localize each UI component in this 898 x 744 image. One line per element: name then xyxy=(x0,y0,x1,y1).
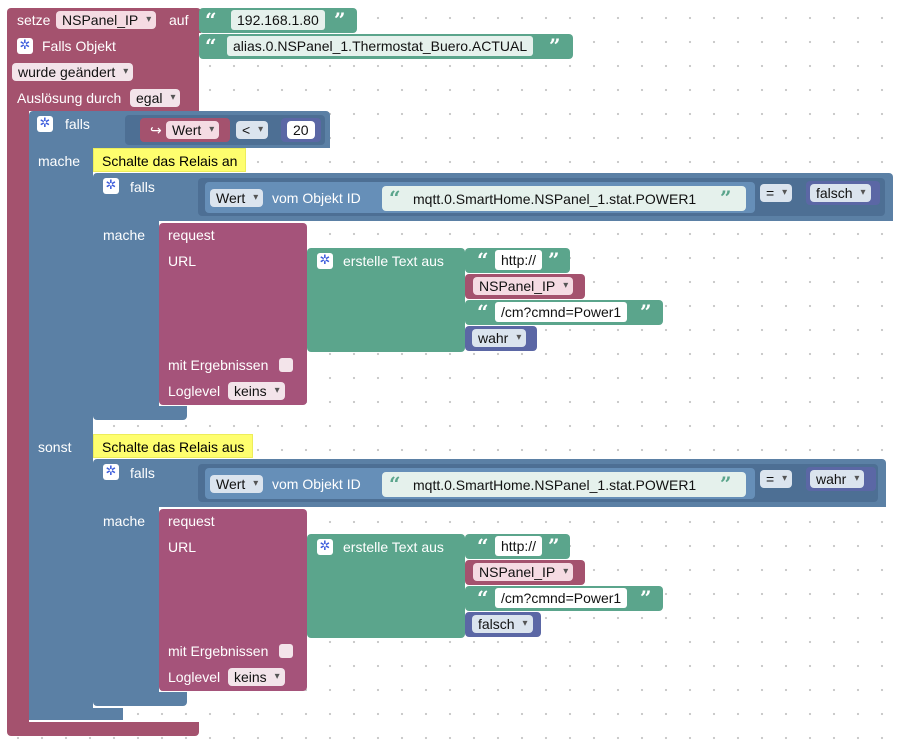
gear-icon[interactable]: ✲ xyxy=(103,178,119,194)
quote-close-icon: ” xyxy=(720,186,732,210)
if-off-bottom xyxy=(93,692,187,706)
ip-string-field[interactable]: 192.168.1.80 xyxy=(231,10,325,30)
quote-close-icon: ” xyxy=(334,8,346,32)
text-join-on-label: erstelle Text aus xyxy=(343,253,444,269)
if-on-bottom xyxy=(93,406,187,420)
return-arrow-icon: ↪ xyxy=(150,122,162,138)
quote-close-icon: ” xyxy=(640,300,652,324)
http-on-field[interactable]: http:// xyxy=(495,250,543,270)
gear-icon[interactable]: ✲ xyxy=(37,116,53,132)
trigger-object-id-field[interactable]: alias.0.NSPanel_1.Thermostat_Buero.ACTUA… xyxy=(227,36,534,56)
if-off-label: falls xyxy=(130,465,155,481)
request-off-block[interactable] xyxy=(159,509,307,691)
if-on-label: falls xyxy=(130,179,155,195)
quote-open-icon: “ xyxy=(389,472,401,496)
ip-var-off-dropdown[interactable]: NSPanel_IP xyxy=(473,563,574,581)
if-off-rail xyxy=(93,507,159,692)
if-on-wert-dropdown[interactable]: Wert xyxy=(210,189,264,207)
quote-open-icon: “ xyxy=(205,8,217,32)
changed-dropdown[interactable]: wurde geändert xyxy=(12,63,134,81)
gear-icon[interactable]: ✲ xyxy=(17,38,33,54)
request-on-loglevel-dropdown[interactable]: keins xyxy=(228,382,285,400)
request-on-url-label: URL xyxy=(168,253,197,269)
request-off-url-label: URL xyxy=(168,539,197,555)
outer-if-label: falls xyxy=(65,116,90,132)
outer-if-left-rail xyxy=(29,148,93,718)
quote-close-icon: ” xyxy=(640,586,652,610)
request-off-label: request xyxy=(168,513,215,529)
quote-close-icon: ” xyxy=(548,248,560,272)
request-on-loglevel-label: Loglevel xyxy=(168,383,221,399)
bool-off-dropdown[interactable]: falsch xyxy=(472,615,533,633)
quote-open-icon: “ xyxy=(477,248,489,272)
wert-dropdown[interactable]: Wert xyxy=(166,121,220,139)
trigger-value-dropdown[interactable]: egal xyxy=(130,89,181,107)
bool-on-dropdown[interactable]: wahr xyxy=(472,329,527,347)
quote-open-icon: “ xyxy=(477,534,489,558)
ip-var-on-dropdown[interactable]: NSPanel_IP xyxy=(473,277,574,295)
quote-close-icon: ” xyxy=(549,34,561,58)
quote-open-icon: “ xyxy=(389,186,401,210)
comment-off[interactable]: Schalte das Relais aus xyxy=(93,434,254,458)
gear-icon[interactable]: ✲ xyxy=(317,539,333,555)
gear-icon[interactable]: ✲ xyxy=(103,464,119,480)
trigger-title: Falls Objekt xyxy=(42,38,116,54)
path-off-field[interactable]: /cm?cmnd=Power1 xyxy=(495,588,628,608)
quote-open-icon: “ xyxy=(477,586,489,610)
if-off-operator-dropdown[interactable]: = xyxy=(760,470,793,488)
request-on-result-checkbox[interactable] xyxy=(279,358,293,372)
number-field[interactable]: 20 xyxy=(287,121,315,139)
if-on-mache-label: mache xyxy=(103,227,146,243)
request-on-result-label: mit Ergebnissen xyxy=(168,357,269,373)
quote-close-icon: ” xyxy=(720,472,732,496)
if-on-rail xyxy=(93,221,159,406)
path-on-field[interactable]: /cm?cmnd=Power1 xyxy=(495,302,628,322)
if-off-mache-label: mache xyxy=(103,513,146,529)
request-off-result-label: mit Ergebnissen xyxy=(168,643,269,659)
trigger-block-bottom xyxy=(7,722,199,736)
trigger-block-left-rail xyxy=(7,111,29,726)
trigger-label: Auslösung durch xyxy=(17,90,122,106)
comment-on[interactable]: Schalte das Relais an xyxy=(93,148,247,172)
set-label: setze xyxy=(17,12,51,28)
quote-open-icon: “ xyxy=(477,300,489,324)
operator-dropdown[interactable]: < xyxy=(236,121,269,139)
quote-open-icon: “ xyxy=(205,34,217,58)
request-off-loglevel-label: Loglevel xyxy=(168,669,221,685)
if-on-object-id[interactable]: mqtt.0.SmartHome.NSPanel_1.stat.POWER1 xyxy=(413,190,696,208)
if-off-from-object-label: vom Objekt ID xyxy=(272,476,361,492)
if-on-bool-dropdown[interactable]: falsch xyxy=(810,184,871,202)
request-on-label: request xyxy=(168,227,215,243)
request-off-result-checkbox[interactable] xyxy=(279,644,293,658)
quote-close-icon: ” xyxy=(548,534,560,558)
set-variable-dropdown[interactable]: NSPanel_IP xyxy=(56,11,157,29)
request-off-loglevel-dropdown[interactable]: keins xyxy=(228,668,285,686)
gear-icon[interactable]: ✲ xyxy=(317,253,333,269)
mache-label: mache xyxy=(38,153,81,169)
if-off-object-id[interactable]: mqtt.0.SmartHome.NSPanel_1.stat.POWER1 xyxy=(413,476,696,494)
if-off-wert-dropdown[interactable]: Wert xyxy=(210,475,264,493)
if-on-operator-dropdown[interactable]: = xyxy=(760,184,793,202)
set-to-label: auf xyxy=(169,12,189,28)
outer-if-bottom xyxy=(29,708,123,720)
sonst-label: sonst xyxy=(38,439,72,455)
if-on-from-object-label: vom Objekt ID xyxy=(272,190,361,206)
if-off-bool-dropdown[interactable]: wahr xyxy=(810,470,865,488)
request-on-block[interactable] xyxy=(159,223,307,405)
http-off-field[interactable]: http:// xyxy=(495,536,543,556)
text-join-off-label: erstelle Text aus xyxy=(343,539,444,555)
